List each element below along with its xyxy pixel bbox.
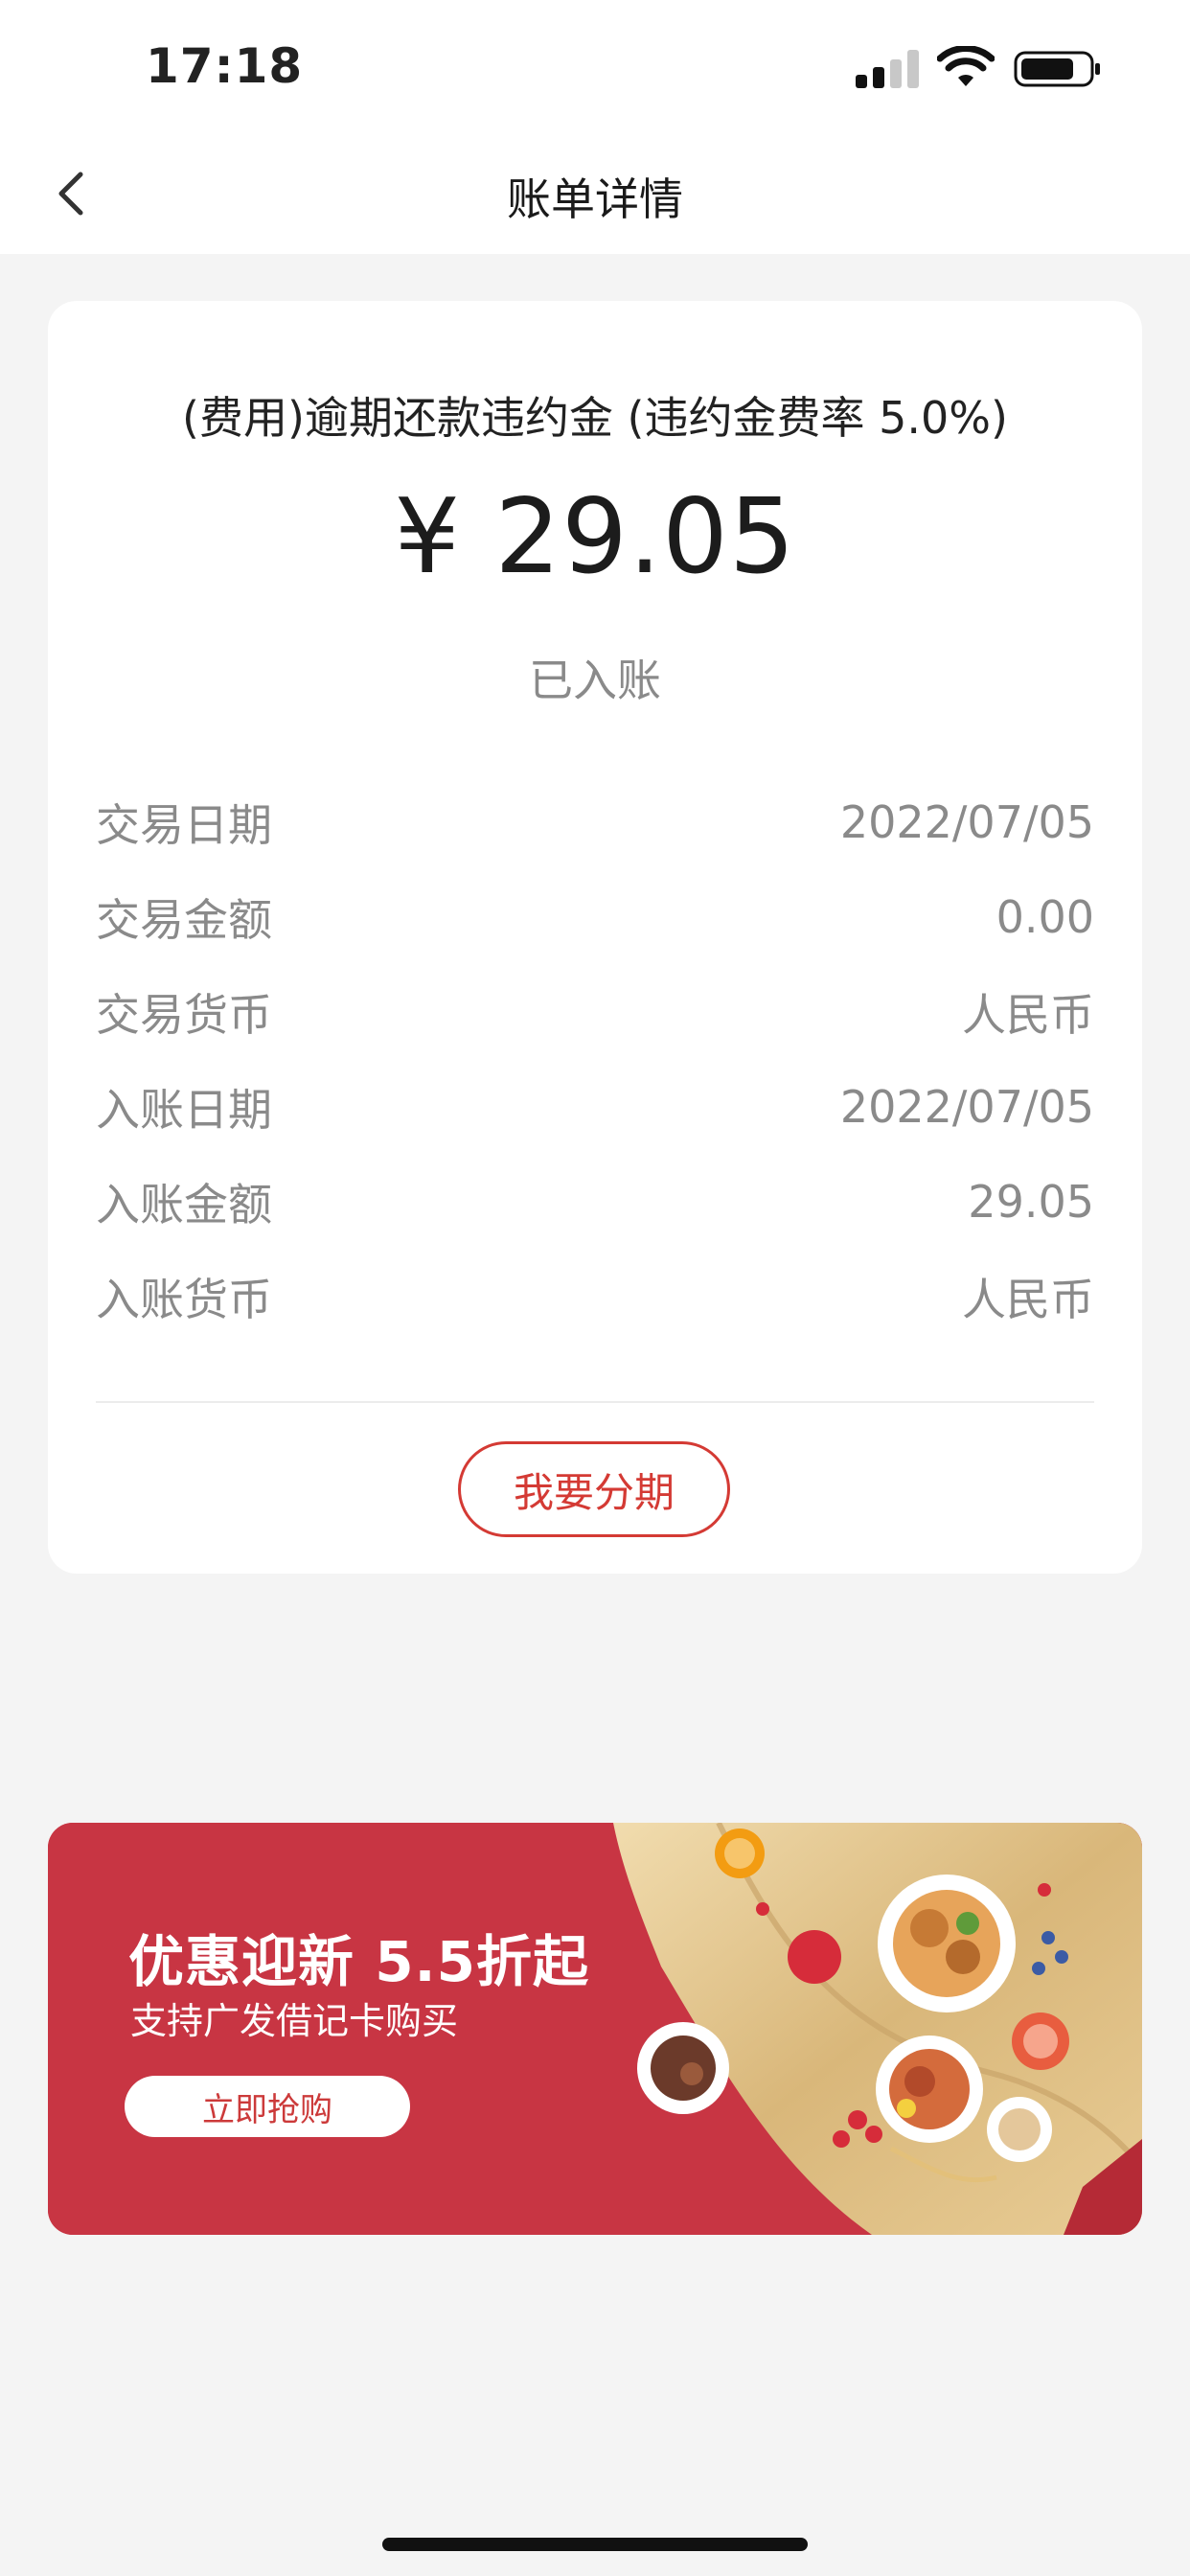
detail-label: 交易金额 — [96, 894, 272, 946]
detail-row-transaction-amount: 交易金额 0.00 — [96, 888, 1094, 946]
detail-label: 入账货币 — [96, 1274, 272, 1325]
detail-label: 交易货币 — [96, 989, 272, 1041]
status-time: 17:18 — [146, 38, 304, 94]
bill-status: 已入账 — [529, 655, 661, 706]
divider — [96, 1401, 1094, 1403]
detail-value: 2022/07/05 — [839, 796, 1094, 848]
buy-now-button[interactable]: 立即抢购 — [125, 2076, 410, 2137]
nav-bar: 账单详情 — [0, 144, 1190, 254]
detail-value: 人民币 — [962, 1274, 1094, 1325]
detail-row-transaction-date: 交易日期 2022/07/05 — [96, 794, 1094, 851]
bill-detail-card: (费用)逾期还款违约金 (违约金费率 5.0%) ¥ 29.05 已入账 交易日… — [48, 301, 1142, 1574]
battery-icon — [1014, 51, 1100, 87]
detail-row-posting-amount: 入账金额 29.05 — [96, 1173, 1094, 1230]
detail-row-posting-date: 入账日期 2022/07/05 — [96, 1078, 1094, 1136]
detail-value: 2022/07/05 — [839, 1081, 1094, 1133]
detail-row-transaction-currency: 交易货币 人民币 — [96, 983, 1094, 1041]
home-indicator — [382, 2538, 808, 2551]
detail-label: 交易日期 — [96, 799, 272, 851]
bill-title: (费用)逾期还款违约金 (违约金费率 5.0%) — [182, 392, 1008, 444]
signal-icon — [856, 50, 919, 88]
wifi-icon — [937, 46, 995, 86]
status-bar: 17:18 — [0, 0, 1190, 144]
banner-subtitle: 支持广发借记卡购买 — [130, 2000, 459, 2042]
promo-banner[interactable]: 优惠迎新 5.5折起 支持广发借记卡购买 立即抢购 — [48, 1823, 1142, 2235]
detail-label: 入账日期 — [96, 1084, 272, 1136]
detail-row-posting-currency: 入账货币 人民币 — [96, 1268, 1094, 1325]
detail-label: 入账金额 — [96, 1179, 272, 1230]
detail-value: 人民币 — [962, 989, 1094, 1041]
page-title: 账单详情 — [507, 173, 683, 225]
bill-amount: ¥ 29.05 — [394, 477, 796, 597]
detail-value: 0.00 — [995, 891, 1094, 943]
installment-button[interactable]: 我要分期 — [458, 1441, 730, 1537]
detail-value: 29.05 — [968, 1176, 1094, 1228]
banner-title: 优惠迎新 5.5折起 — [128, 1929, 589, 1994]
